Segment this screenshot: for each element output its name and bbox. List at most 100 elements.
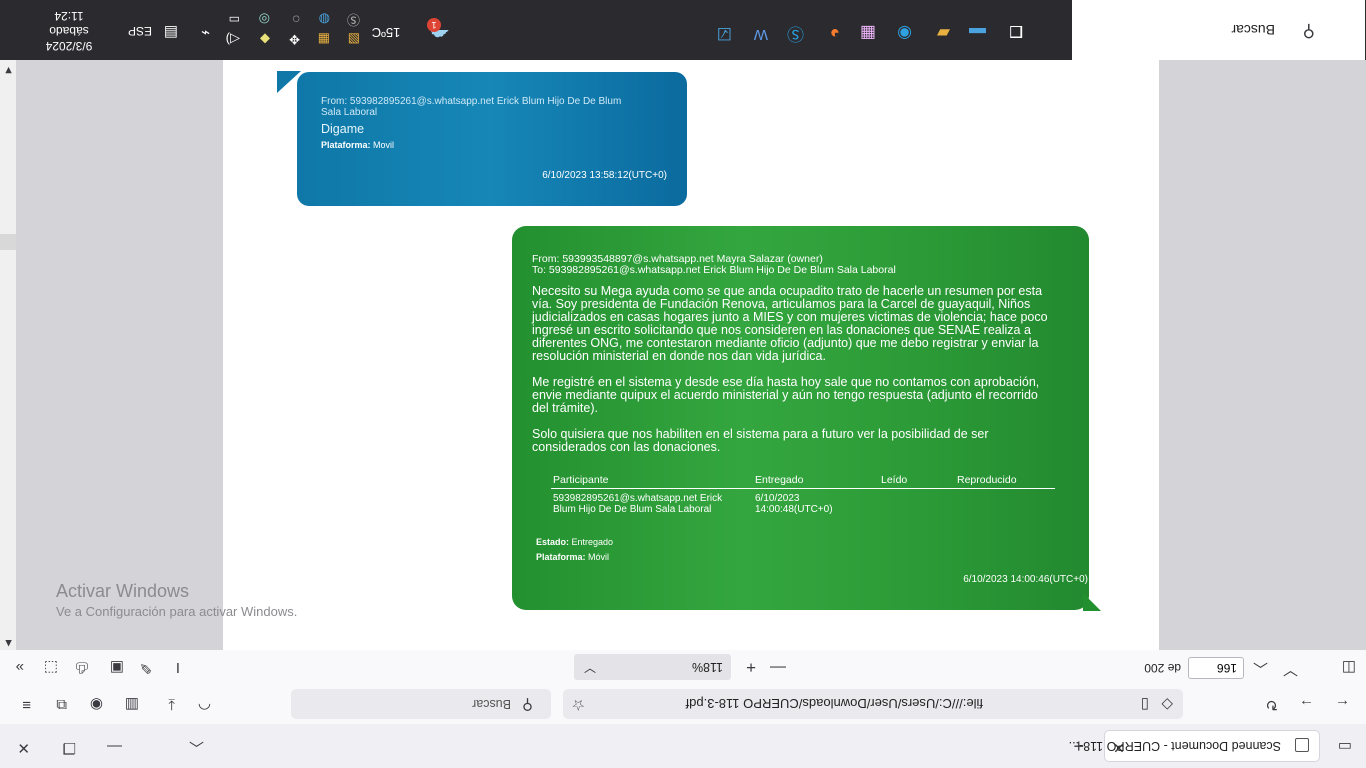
language-indicator[interactable]: ESP <box>118 24 162 38</box>
extensions-icon[interactable]: ⧉ <box>56 696 67 713</box>
taskbar-search[interactable]: ⚲ Buscar <box>1072 0 1365 60</box>
search-icon: ⚲ <box>522 696 533 713</box>
chevron-down-icon: ﹀ <box>584 660 597 674</box>
vertical-scrollbar[interactable]: ▲ ▼ <box>0 60 16 650</box>
browser-nav-bar: ← → ↻ ◇ ▯ file:///C:/Users/User/Download… <box>0 683 1366 724</box>
close-tab-icon[interactable]: ✕ <box>1113 739 1125 756</box>
tray-app-icon[interactable]: ◆ <box>260 32 270 47</box>
display-icon[interactable]: ▤ <box>164 24 178 41</box>
tray-app-icon[interactable]: ✥ <box>289 32 300 47</box>
tray-app-icon[interactable]: ◌ <box>292 12 300 27</box>
main-paragraph-1: Necesito su Mega ayuda como se que anda … <box>532 284 1048 363</box>
clock-date: 9/3/2024 <box>45 39 93 53</box>
windows-start-icon[interactable]: ⊞ <box>1342 22 1358 43</box>
save-icon[interactable]: ⬚ <box>44 659 58 676</box>
zoom-select[interactable]: 118% ﹀ <box>574 654 731 680</box>
scroll-down-arrow-icon[interactable]: ▲ <box>3 637 14 649</box>
next-page-icon[interactable]: ︿ <box>1253 660 1268 677</box>
screen-root: ▭ Scanned Document - CUERPO 118-... ✕ + … <box>0 0 1366 768</box>
network-icon[interactable]: ⌁ <box>201 24 210 41</box>
watermark-subtitle: Ve a Configuración para activar Windows. <box>56 604 298 619</box>
top-header: From: 593982895261@s.whatsapp.net Erick … <box>321 96 661 150</box>
zoom-in-icon[interactable]: + <box>746 658 756 677</box>
taskbar-search-label: Buscar <box>1231 22 1275 38</box>
delivery-table: Participante Entregado Leído Reproducido… <box>551 474 1055 519</box>
tab-list-icon[interactable]: ▭ <box>1338 738 1352 755</box>
sidebar-icon[interactable]: ▥ <box>125 696 139 713</box>
print-icon[interactable]: ⎙ <box>76 659 88 676</box>
scrollbar-thumb[interactable] <box>0 234 16 250</box>
status-label: Estado: <box>536 537 570 547</box>
skype-icon[interactable]: Ⓢ <box>787 24 804 43</box>
minimize-icon[interactable]: — <box>107 738 122 755</box>
pdf-viewer[interactable]: From: 593993548897@s.whatsapp.net Mayra … <box>0 60 1366 650</box>
watermark-title: Activar Windows <box>56 581 190 601</box>
search-icon: ⚲ <box>1302 22 1315 41</box>
main-status: Estado: Entregado <box>536 534 716 550</box>
platform-label: Plataforma: <box>321 140 371 150</box>
cell-participant: 593982895261@s.whatsapp.net Erick Blum H… <box>553 493 723 515</box>
tab-scanned-document[interactable]: Scanned Document - CUERPO 118-... ✕ <box>1069 730 1320 762</box>
zoom-out-icon[interactable]: — <box>770 659 786 676</box>
activation-watermark: Activar Windows Ve a Configuración para … <box>56 581 346 619</box>
back-icon[interactable]: ← <box>1335 696 1350 713</box>
platform-label: Plataforma: <box>536 552 586 562</box>
main-from-to: From: 593993548897@s.whatsapp.net Mayra … <box>532 253 1052 276</box>
tasks-icon[interactable]: ☑ <box>717 24 732 43</box>
main-to: To: 593982895261@s.whatsapp.net Erick Bl… <box>532 264 896 276</box>
draw-icon[interactable]: ✎ <box>139 659 152 676</box>
top-timestamp-text: 6/10/2023 13:58:12(UTC+0) <box>542 170 667 181</box>
file-icon: ▯ <box>1140 696 1149 713</box>
pdf-page: From: 593993548897@s.whatsapp.net Mayra … <box>223 60 1159 650</box>
battery-icon[interactable]: ▭ <box>229 13 240 27</box>
more-tools-icon[interactable]: » <box>16 659 24 676</box>
account-icon[interactable]: ◉ <box>90 696 103 713</box>
main-timestamp-text: 6/10/2023 14:00:46(UTC+0) <box>963 574 1088 585</box>
page-number-input[interactable]: 166 <box>1188 657 1244 679</box>
store-icon[interactable]: ▦ <box>860 24 876 43</box>
firefox-icon[interactable]: ◕ <box>830 24 840 43</box>
platform-value: Móvil <box>588 552 610 562</box>
word-icon[interactable]: W <box>754 26 768 43</box>
cell-delivered: 6/10/2023 14:00:48(UTC+0) <box>755 493 833 515</box>
main-body: Necesito su Mega ayuda como se que anda … <box>532 284 1057 454</box>
new-tab-icon[interactable]: + <box>1073 736 1084 756</box>
tray-app-icon[interactable]: Ⓢ <box>347 12 360 27</box>
file-explorer-icon[interactable]: ▰ <box>937 24 950 43</box>
restore-icon[interactable]: ❐ <box>63 739 76 756</box>
reload-icon[interactable]: ↻ <box>1265 696 1278 713</box>
bubble-tail <box>1083 593 1101 611</box>
downloads-icon[interactable]: ⤓ <box>168 696 175 713</box>
url-text: file:///C:/Users/User/Downloads/CUERPO 1… <box>685 696 983 711</box>
document-icon <box>1295 738 1309 752</box>
app-icon[interactable]: ▬ <box>969 24 986 43</box>
previous-page-icon[interactable]: ﹀ <box>1283 660 1298 677</box>
chevron-up-icon[interactable]: ︿ <box>189 739 204 756</box>
edge-icon[interactable]: ◉ <box>897 24 912 43</box>
toggle-sidebar-icon[interactable]: ◫ <box>1342 659 1356 676</box>
tray-app-icon[interactable]: ▧ <box>348 32 360 47</box>
url-bar[interactable]: ◇ ▯ file:///C:/Users/User/Downloads/CUER… <box>563 689 1183 719</box>
volume-icon[interactable]: ◁) <box>226 32 240 47</box>
signature-icon[interactable]: ▣ <box>110 659 124 676</box>
header-played: Reproducido <box>957 474 1017 486</box>
search-input[interactable]: ⚲ Buscar <box>291 689 551 719</box>
menu-icon[interactable]: ≡ <box>22 696 31 713</box>
bookmark-star-icon[interactable]: ☆ <box>572 696 585 713</box>
forward-icon[interactable]: → <box>1299 696 1314 713</box>
tray-app-icon[interactable]: ◎ <box>259 12 270 27</box>
tab-title: Scanned Document - CUERPO 118-... <box>1068 739 1281 753</box>
weather-badge: 1 <box>427 18 441 32</box>
pocket-icon[interactable]: ◠ <box>198 696 211 713</box>
text-cursor-icon[interactable]: I <box>176 659 180 676</box>
temperature[interactable]: 15ºC <box>366 25 406 40</box>
top-from: From: 593982895261@s.whatsapp.net Erick … <box>321 96 622 107</box>
tray-app-icon[interactable]: ▦ <box>318 32 330 47</box>
scroll-up-arrow-icon[interactable]: ▼ <box>3 64 14 76</box>
main-meta: Estado: Entregado Plataforma: Móvil <box>536 534 716 564</box>
clock-day: sábado <box>49 24 89 38</box>
task-view-icon[interactable]: ⧠ <box>1009 22 1023 41</box>
tray-app-icon[interactable]: ◍ <box>319 12 330 27</box>
shield-icon[interactable]: ◇ <box>1161 696 1173 713</box>
close-window-icon[interactable]: ✕ <box>17 739 30 756</box>
